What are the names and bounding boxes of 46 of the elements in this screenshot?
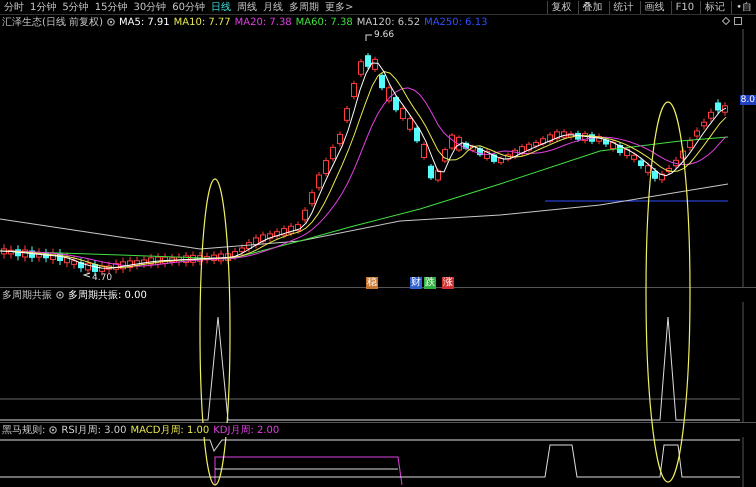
- circle-icon[interactable]: [56, 291, 64, 299]
- indicator-value: MACD月周: 1.00: [130, 423, 210, 437]
- pointer-line: [366, 34, 372, 42]
- toolbar-button[interactable]: 叠加: [578, 0, 603, 14]
- period-tab[interactable]: 1分钟: [30, 0, 56, 14]
- period-tab[interactable]: 15分钟: [94, 0, 128, 14]
- toolbar-button[interactable]: 画线: [640, 0, 665, 14]
- candlestick: [351, 80, 357, 100]
- toolbar-button[interactable]: F10: [670, 0, 694, 14]
- chart-title: 汇泽生态(日线 前复权): [2, 15, 103, 29]
- indicator-value: KDJ月周: 2.00: [213, 423, 280, 437]
- indicator-value: MA10: 7.77: [174, 16, 231, 28]
- indicator-value: 多周期共振: 0.00: [68, 288, 147, 302]
- price-tag: 8.0: [740, 95, 756, 105]
- toolbar-button[interactable]: •自: [731, 0, 752, 14]
- period-tab[interactable]: 60分钟: [172, 0, 205, 14]
- signal-badge: 跌: [424, 277, 436, 289]
- toolbar-button[interactable]: 复权: [546, 0, 572, 14]
- low-price-label: 4.70: [92, 273, 112, 283]
- square-icon[interactable]: [734, 17, 742, 25]
- period-tab[interactable]: 多周期: [288, 0, 319, 14]
- indicator-value: RSI月周: 3.00: [61, 423, 126, 437]
- candlestick: [344, 105, 350, 124]
- high-price-label: 9.66: [374, 30, 394, 40]
- signal-badge: 涨: [442, 277, 454, 289]
- chart-title: 多周期共振: [2, 288, 52, 302]
- signal-badge: 稳: [366, 277, 378, 289]
- period-tab[interactable]: 日线: [210, 0, 231, 14]
- period-tab[interactable]: 周线: [236, 0, 257, 14]
- toolbar-button[interactable]: 标记: [700, 0, 726, 14]
- period-tab[interactable]: 更多>: [324, 0, 354, 14]
- diamond-icon[interactable]: [722, 17, 730, 25]
- circle-icon[interactable]: [49, 426, 58, 434]
- indicator-value: MA60: 7.38: [296, 16, 353, 28]
- indicator-value: MA5: 7.91: [118, 16, 170, 28]
- signal-badge: 财: [410, 277, 422, 289]
- chart-title: 黑马规则:: [2, 423, 46, 437]
- indicator-value: MA20: 7.38: [234, 16, 292, 28]
- period-tab[interactable]: 月线: [262, 0, 283, 14]
- toolbar-button[interactable]: 统计: [608, 0, 634, 14]
- period-tab[interactable]: 5分钟: [62, 0, 89, 14]
- indicator-value: MA250: 6.13: [424, 16, 488, 28]
- indicator-value: MA120: 6.52: [356, 16, 420, 28]
- circle-icon[interactable]: [106, 18, 115, 26]
- period-tab[interactable]: 30分钟: [133, 0, 166, 14]
- period-tab[interactable]: 分时: [4, 0, 24, 14]
